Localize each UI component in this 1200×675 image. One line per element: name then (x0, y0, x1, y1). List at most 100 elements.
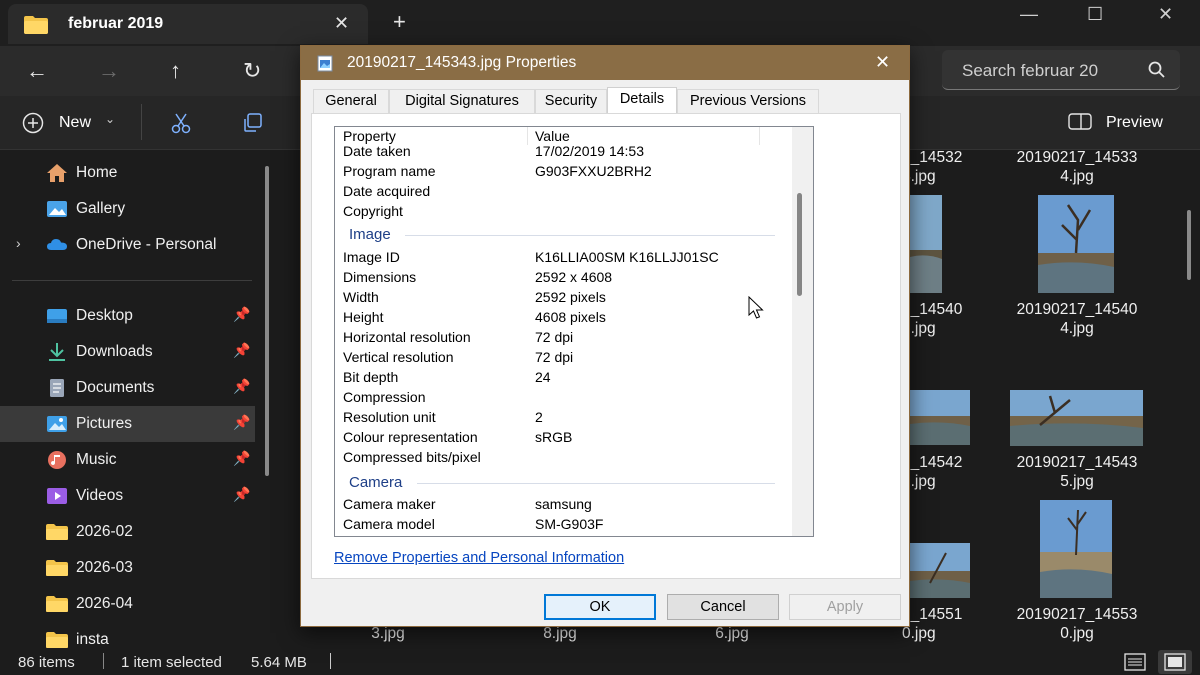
forward-icon[interactable]: → (98, 58, 120, 84)
sidebar-item-label: 2026-04 (76, 595, 133, 612)
apply-button[interactable]: Apply (789, 594, 901, 620)
explorer-tab-bar: februar 2019 ✕ + — ☐ ✕ (0, 0, 1200, 46)
maximize-icon[interactable]: ☐ (1087, 4, 1103, 25)
pin-icon[interactable]: 📌 (233, 306, 250, 323)
details-view-icon[interactable] (1124, 653, 1146, 671)
file-item[interactable]: 20190217_14543 5.jpg (1010, 453, 1144, 491)
property-row[interactable]: Date taken 17/02/2019 14:53 (335, 141, 790, 161)
sidebar-scrollbar[interactable] (265, 166, 269, 476)
property-row[interactable]: Width 2592 pixels (335, 287, 790, 307)
close-tab-icon[interactable]: ✕ (334, 13, 349, 34)
up-icon[interactable]: ↑ (170, 58, 181, 84)
sidebar-item-downloads[interactable]: Downloads 📌 (0, 334, 255, 370)
sidebar-item-gallery[interactable]: Gallery (0, 191, 255, 227)
tiles-view-button[interactable] (1158, 650, 1192, 674)
property-row[interactable]: Bit depth 24 (335, 367, 790, 387)
sidebar-item-pictures[interactable]: Pictures 📌 (0, 406, 255, 442)
list-scrollbar-thumb[interactable] (797, 193, 802, 296)
file-name: 4.jpg (1060, 320, 1094, 337)
documents-icon (50, 379, 64, 397)
refresh-icon[interactable]: ↻ (243, 58, 261, 84)
tab-security[interactable]: Security (535, 89, 607, 113)
sidebar-item-label: Documents (76, 379, 155, 396)
sidebar-item-videos[interactable]: Videos 📌 (0, 478, 255, 514)
tab-previous-versions[interactable]: Previous Versions (677, 89, 819, 113)
copy-icon[interactable] (242, 112, 264, 134)
file-thumbnail[interactable] (910, 543, 970, 598)
property-row[interactable]: Horizontal resolution 72 dpi (335, 327, 790, 347)
remove-properties-link[interactable]: Remove Properties and Personal Informati… (334, 550, 624, 566)
file-item[interactable]: 20190217_14540 4.jpg (1010, 300, 1144, 338)
pin-icon[interactable]: 📌 (233, 486, 250, 503)
file-item[interactable]: 7_14532 4.jpg (902, 150, 982, 186)
folder-icon (46, 596, 68, 612)
ok-button[interactable]: OK (544, 594, 656, 620)
cancel-button[interactable]: Cancel (667, 594, 779, 620)
property-row[interactable]: Date acquired (335, 181, 790, 201)
pin-icon[interactable]: 📌 (233, 378, 250, 395)
property-row[interactable]: Height 4608 pixels (335, 307, 790, 327)
music-icon (48, 451, 66, 469)
file-thumbnail[interactable] (910, 195, 942, 293)
minimize-icon[interactable]: — (1020, 4, 1038, 25)
close-window-icon[interactable]: ✕ (1158, 4, 1173, 25)
property-row[interactable]: Image ID K16LLIA00SM K16LLJJ01SC (335, 247, 790, 267)
tab-general[interactable]: General (313, 89, 389, 113)
file-view-scrollbar[interactable] (1187, 210, 1191, 280)
pin-icon[interactable]: 📌 (233, 450, 250, 467)
file-item[interactable]: 20190217_14533 4.jpg (1010, 150, 1144, 186)
property-row[interactable]: Copyright (335, 201, 790, 221)
file-name: 4.jpg (1060, 168, 1094, 185)
explorer-tab[interactable]: februar 2019 ✕ (8, 4, 368, 44)
chevron-right-icon[interactable]: › (16, 235, 21, 251)
preview-button[interactable]: Preview (1068, 112, 1178, 136)
new-button[interactable]: New ⌄ (22, 112, 122, 136)
sidebar-item-music[interactable]: Music 📌 (0, 442, 255, 478)
property-row[interactable]: Vertical resolution 72 dpi (335, 347, 790, 367)
property-row[interactable]: Camera maker samsung (335, 494, 790, 514)
sidebar-item-documents[interactable]: Documents 📌 (0, 370, 255, 406)
new-tab-icon[interactable]: + (393, 9, 406, 35)
file-item[interactable]: 7_14542 9.jpg (902, 453, 982, 491)
sidebar-item-folder-2026-02[interactable]: 2026-02 (0, 514, 255, 550)
file-item[interactable]: 7_14551 0.jpg (902, 605, 982, 643)
file-item[interactable]: 20190217_14553 0.jpg (1010, 605, 1144, 643)
back-icon[interactable]: ← (26, 58, 48, 84)
pin-icon[interactable]: 📌 (233, 414, 250, 431)
list-scrollbar[interactable] (792, 127, 813, 536)
properties-list[interactable]: Property Value Date taken 17/02/2019 14:5… (334, 126, 814, 537)
tab-digital-signatures[interactable]: Digital Signatures (389, 89, 535, 113)
sidebar-item-folder-insta[interactable]: insta (0, 622, 255, 650)
pictures-icon (47, 416, 67, 432)
property-row[interactable]: Program name G903FXXU2BRH2 (335, 161, 790, 181)
sidebar-item-label: Desktop (76, 307, 133, 324)
sidebar-item-onedrive[interactable]: › OneDrive - Personal (0, 227, 255, 263)
property-row[interactable]: Compressed bits/pixel (335, 447, 790, 467)
property-name: Camera maker (343, 496, 436, 512)
cut-icon[interactable] (170, 112, 192, 134)
file-thumbnail[interactable] (1040, 500, 1112, 598)
preview-pane-icon (1068, 113, 1092, 130)
file-name: 20190217_14553 (1016, 606, 1138, 623)
sidebar-item-folder-2026-04[interactable]: 2026-04 (0, 586, 255, 622)
property-row[interactable]: Resolution unit 2 (335, 407, 790, 427)
pin-icon[interactable]: 📌 (233, 342, 250, 359)
property-row[interactable]: Camera model SM-G903F (335, 514, 790, 534)
property-row[interactable]: Colour representation sRGB (335, 427, 790, 447)
file-thumbnail[interactable] (910, 390, 970, 445)
tab-details[interactable]: Details (607, 87, 677, 115)
file-thumbnail[interactable] (1010, 390, 1143, 446)
property-row[interactable]: Dimensions 2592 x 4608 (335, 267, 790, 287)
sidebar-item-home[interactable]: Home (0, 155, 255, 191)
sidebar-item-label: 2026-02 (76, 523, 133, 540)
close-dialog-icon[interactable]: ✕ (875, 52, 890, 73)
property-name: Bit depth (343, 369, 399, 385)
sidebar-item-folder-2026-03[interactable]: 2026-03 (0, 550, 255, 586)
sidebar-item-desktop[interactable]: Desktop 📌 (0, 298, 255, 334)
sidebar-item-label: Gallery (76, 200, 126, 217)
search-input[interactable]: Search februar 20 (942, 50, 1180, 90)
file-item[interactable]: 7_14540 9.jpg (902, 300, 982, 338)
property-row[interactable]: Compression (335, 387, 790, 407)
file-thumbnail[interactable] (1038, 195, 1114, 293)
file-name: 7_14540 (902, 301, 963, 318)
